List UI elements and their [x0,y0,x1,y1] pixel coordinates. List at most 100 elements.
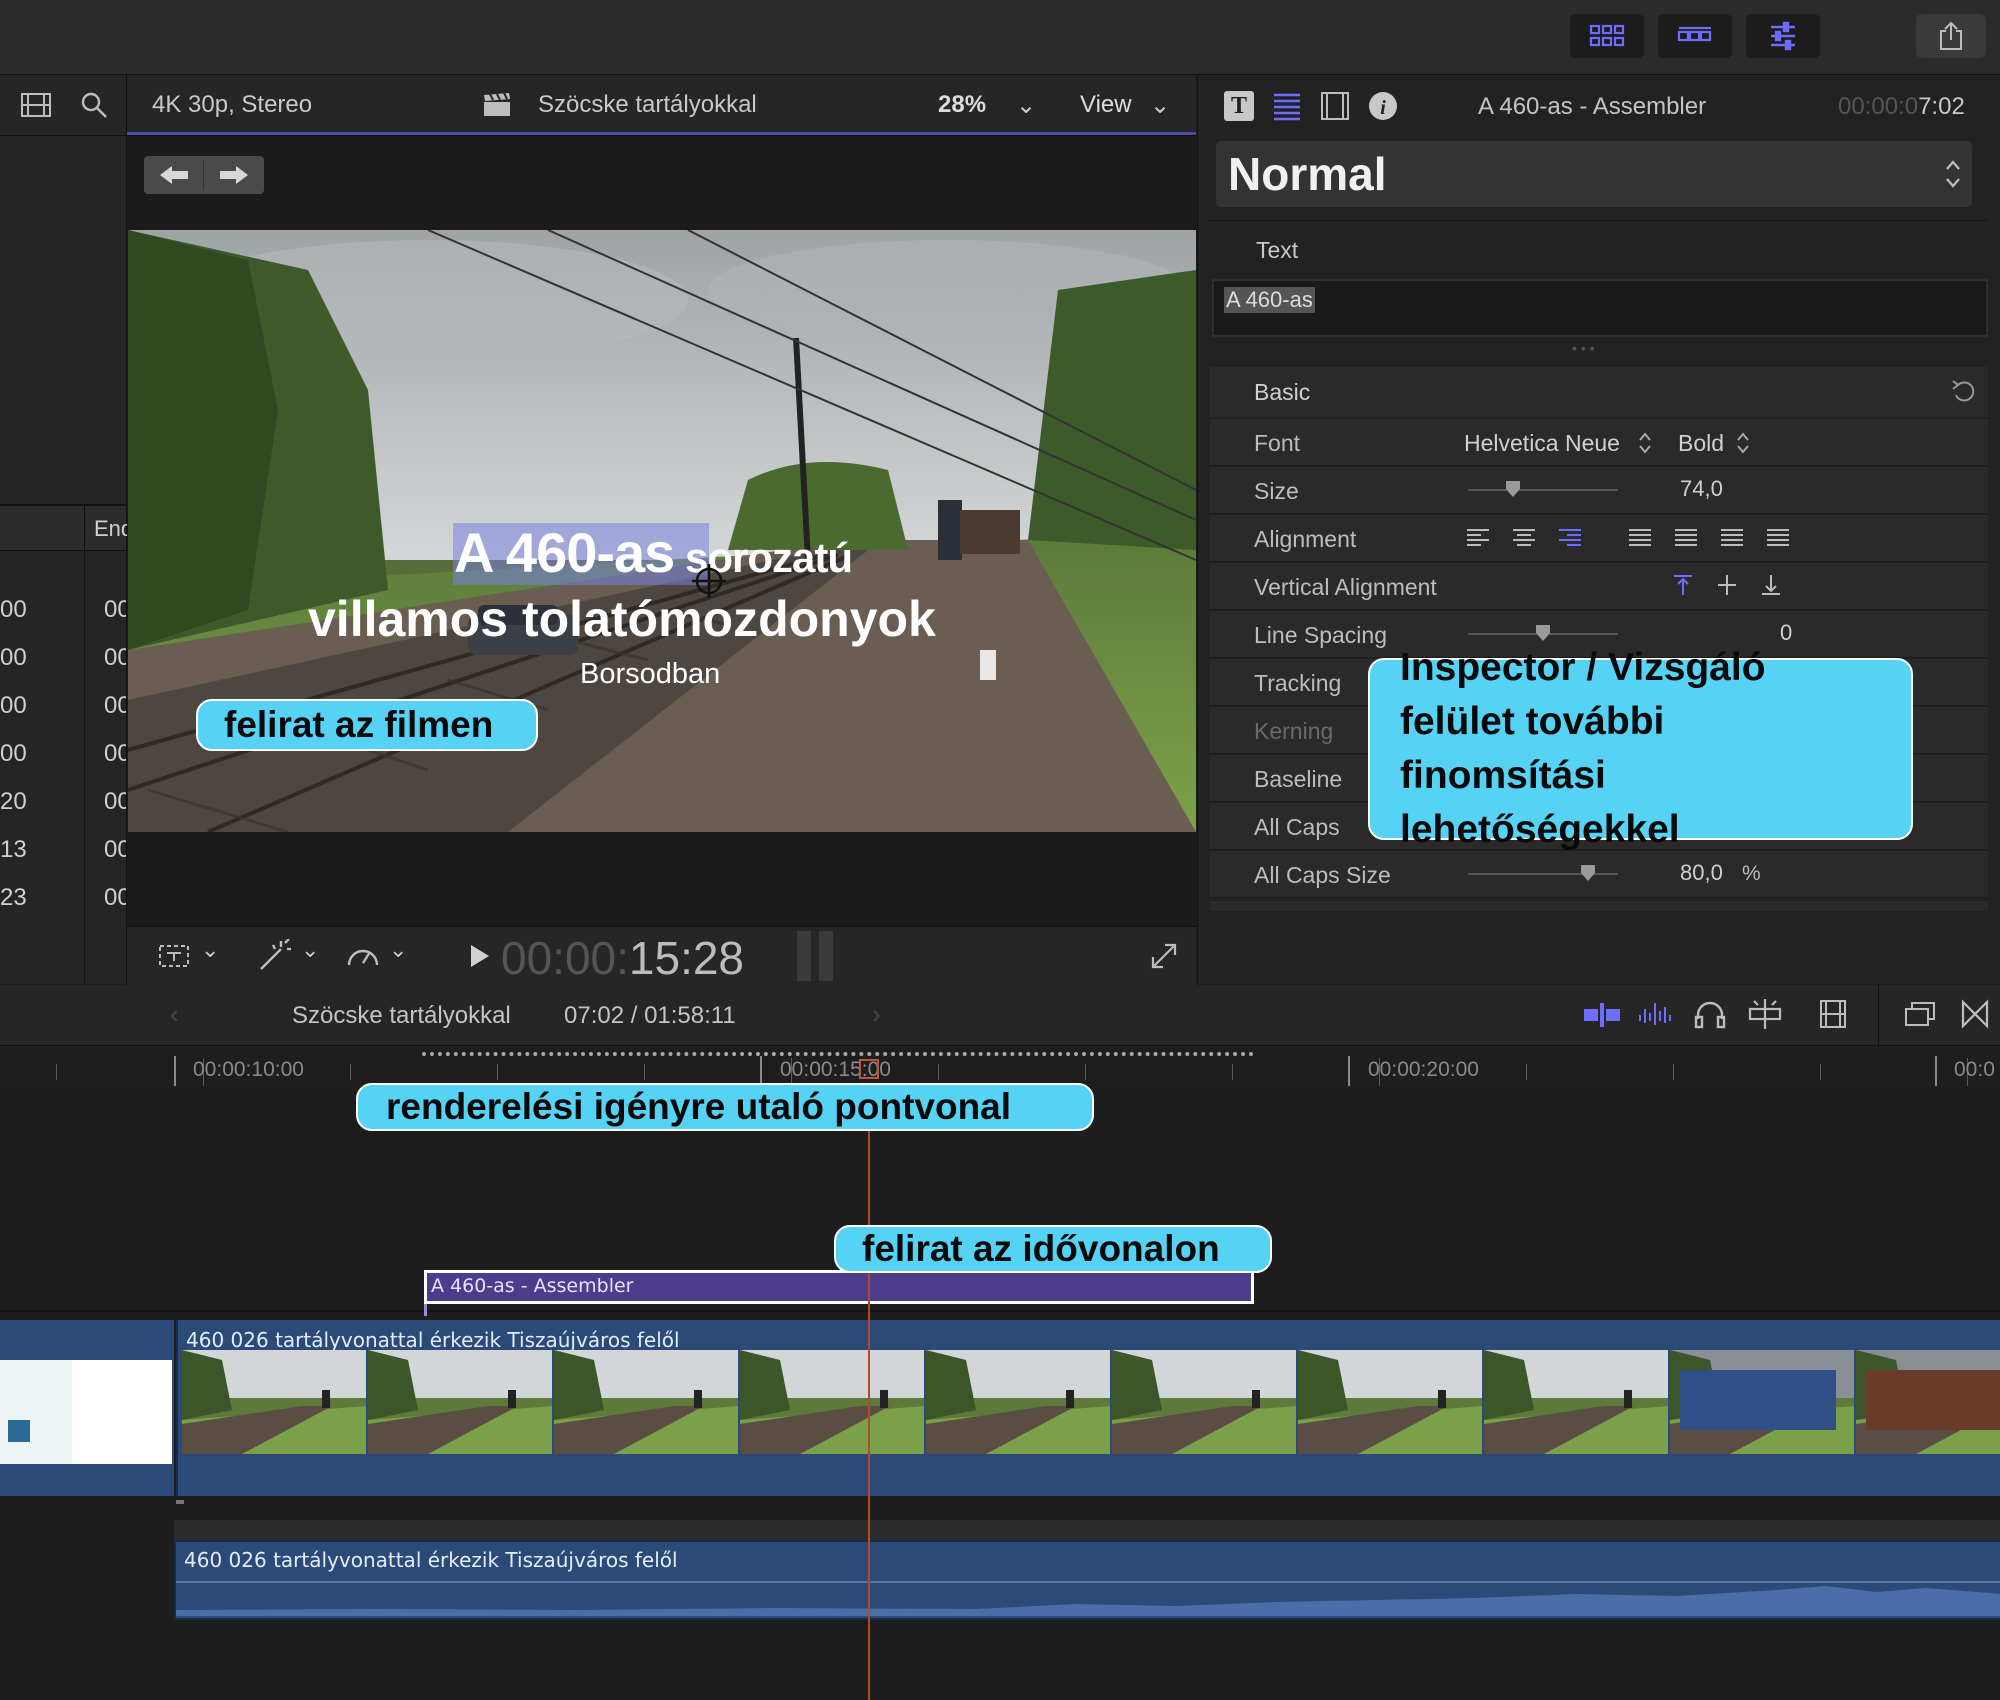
timeline-forward-chevron-icon[interactable]: › [872,999,881,1030]
basic-section-label: Basic [1254,379,1311,405]
size-slider[interactable] [1468,481,1618,497]
timeline-back-chevron-icon[interactable]: ‹ [170,999,179,1030]
timeline-index-icon[interactable] [1904,999,1936,1029]
resize-handle-icon[interactable]: ••• [1572,340,1599,356]
kerning-label: Kerning [1254,718,1334,744]
play-icon[interactable] [467,943,491,969]
browser-row-col2[interactable]: 00 [104,644,126,672]
all-caps-size-slider[interactable] [1468,865,1618,881]
browser-row-col2[interactable]: 00 [104,596,126,624]
ruler-tick [938,1064,939,1080]
text-field-value: A 460-as [1224,287,1315,313]
text-inspector-icon[interactable]: T [1224,91,1254,121]
filmstrip-frame [1856,1350,2000,1454]
vertical-alignment-row: Vertical Alignment [1210,563,1988,610]
playhead-handle[interactable] [858,1058,880,1080]
callout-title-on-film: felirat az filmen [196,699,538,751]
browser-row-col1[interactable]: 00 [0,596,27,624]
audio-clip[interactable]: 460 026 tartályvonattal érkezik Tiszaújv… [174,1540,2000,1620]
filmstrip-frame [1298,1350,1482,1454]
view-chevron-down-icon[interactable]: ⌄ [1150,91,1170,120]
browser-row-col2[interactable]: 00 [104,788,126,816]
snapping-icon[interactable] [1746,997,1784,1031]
transform-icon[interactable] [157,941,193,971]
align-left-icon[interactable] [1466,527,1490,549]
waveform-icon[interactable] [1636,999,1676,1029]
enhance-wand-icon[interactable] [257,939,293,973]
title-clip[interactable]: A 460-as - Assembler [424,1270,1254,1304]
zoom-level[interactable]: 28% [938,91,986,119]
align-center-icon[interactable] [1512,527,1536,549]
ruler-tick [1820,1064,1821,1080]
enhance-chevron-down-icon[interactable]: ⌄ [301,937,319,963]
size-value[interactable]: 74,0 [1680,476,1723,502]
browser-row-col2[interactable]: 00 [104,836,126,864]
justify-center-icon[interactable] [1674,527,1698,549]
basic-section-header[interactable]: Basic [1210,367,1988,417]
valign-top-icon[interactable] [1672,573,1694,597]
all-caps-size-value[interactable]: 80,0 [1680,860,1723,886]
justify-right-icon[interactable] [1720,527,1744,549]
back-arrow-icon[interactable] [158,164,190,186]
align-right-icon[interactable] [1558,527,1582,549]
title-inspector-icon[interactable] [1272,91,1302,121]
justify-full-icon[interactable] [1766,527,1790,549]
text-section-label: Text [1256,237,1299,263]
baseline-label: Baseline [1254,766,1343,792]
headphones-icon[interactable] [1694,999,1726,1029]
browser-row-col1[interactable]: 13 [0,836,27,864]
reset-icon[interactable] [1950,377,1976,403]
view-menu[interactable]: View [1080,91,1132,119]
inspector-clip-name: A 460-as - Assembler [1478,93,1707,120]
font-family-popup[interactable]: Helvetica Neue [1464,430,1620,457]
library-toggle-button[interactable] [1570,14,1644,58]
speed-gauge-icon[interactable] [345,939,381,973]
playhead[interactable] [868,1090,870,1700]
timeline-toggle-button[interactable] [1658,14,1732,58]
timecode-display[interactable]: 00:00:15:28 [501,931,744,985]
inspector-duration: 00:00:07:02 [1838,93,1965,121]
audio-meter-left [797,931,811,981]
browser-row-col2[interactable]: 00 [104,884,126,912]
all-caps-size-slider-knob[interactable] [1581,865,1595,881]
text-field[interactable]: A 460-as [1212,279,1988,337]
clip-appearance-icon[interactable] [1582,1001,1622,1029]
line-spacing-slider[interactable] [1468,625,1618,641]
vertical-alignment-label: Vertical Alignment [1254,574,1437,600]
previous-clip[interactable] [0,1320,174,1496]
zoom-chevron-down-icon[interactable]: ⌄ [1016,91,1036,120]
transform-chevron-down-icon[interactable]: ⌄ [201,937,219,963]
inspector-toggle-button[interactable] [1746,14,1820,58]
tracking-label: Tracking [1254,670,1342,696]
info-icon[interactable]: i [1368,91,1398,121]
size-slider-knob[interactable] [1506,481,1520,497]
browser-row-col2[interactable]: 00 [104,740,126,768]
fullscreen-icon[interactable] [1149,941,1179,971]
timeline: A 460-as - Assembler 460 026 tartályvona… [0,1090,2000,1700]
speed-chevron-down-icon[interactable]: ⌄ [389,937,407,963]
preset-popup[interactable]: Normal [1216,141,1972,207]
browser-row-col1[interactable]: 20 [0,788,27,816]
browser-row-col1[interactable]: 00 [0,692,27,720]
browser-row-col1[interactable]: 00 [0,740,27,768]
browser-column-header[interactable]: End [0,506,133,551]
filmstrip-frame [1670,1350,1854,1454]
browser-row-col2[interactable]: 00 [104,692,126,720]
filmstrip-view-icon[interactable] [1818,999,1848,1029]
forward-arrow-icon[interactable] [218,164,250,186]
font-weight-popup[interactable]: Bold [1678,430,1724,457]
filmstrip-icon[interactable] [20,91,52,119]
share-button[interactable] [1916,14,1986,58]
justify-left-icon[interactable] [1628,527,1652,549]
line-spacing-value[interactable]: 0 [1780,620,1792,646]
valign-bottom-icon[interactable] [1760,573,1782,597]
title-overlay-line1[interactable]: A 460-as sorozatú [454,520,853,585]
valign-middle-icon[interactable] [1716,573,1738,597]
video-inspector-icon[interactable] [1320,91,1350,121]
transitions-icon[interactable] [1960,999,1990,1029]
search-icon[interactable] [80,91,108,119]
browser-row-col1[interactable]: 23 [0,884,27,912]
line-spacing-slider-knob[interactable] [1536,625,1550,641]
browser-row-col1[interactable]: 00 [0,644,27,672]
ruler-label-20s: 00:00:20:00 [1368,1058,1479,1081]
